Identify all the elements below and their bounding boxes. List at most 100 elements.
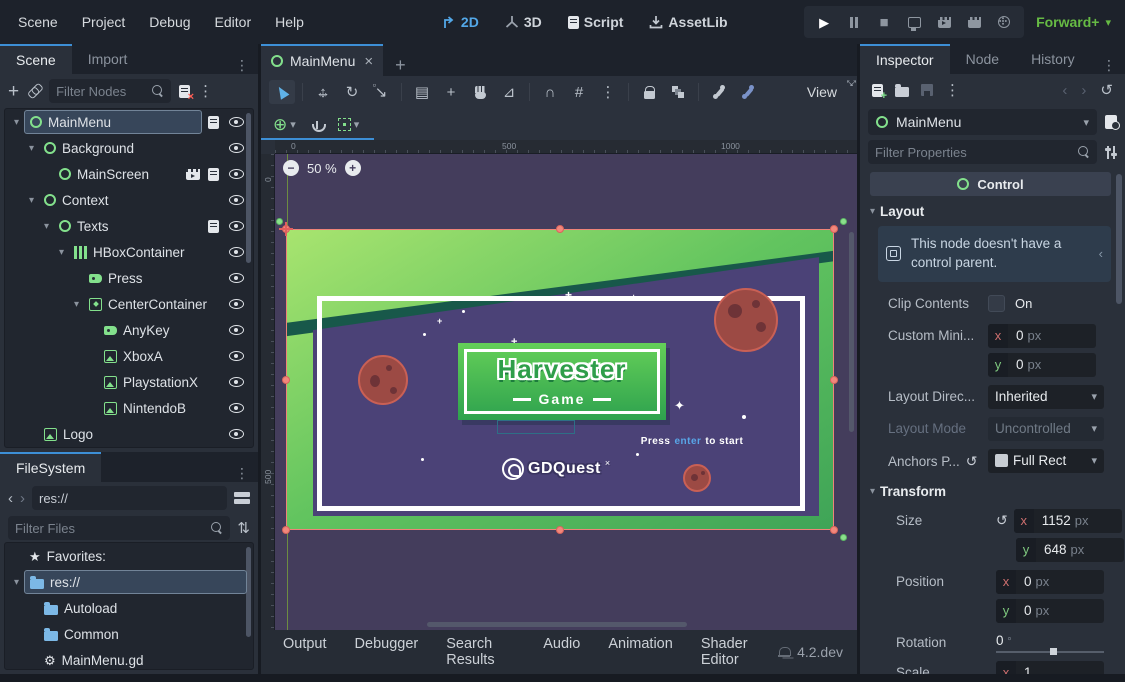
chevron-left-icon[interactable]: ‹: [1099, 246, 1103, 261]
selected-control-rect[interactable]: + + + + ✦: [286, 229, 834, 530]
new-scene-tab-button[interactable]: +: [383, 55, 418, 76]
fs-row-mainmenu-gd[interactable]: ⚙MainMenu.gd: [5, 647, 253, 670]
zoom-in-button[interactable]: +: [345, 160, 361, 176]
renderer-select[interactable]: Forward+ ▾: [1024, 14, 1125, 30]
path-input[interactable]: [39, 491, 220, 506]
file-box[interactable]: ⚙MainMenu.gd: [39, 648, 247, 670]
nav-forward-button[interactable]: ›: [20, 491, 25, 506]
history-back-button[interactable]: ‹: [1062, 83, 1067, 98]
bottom-tab-debugger[interactable]: Debugger: [343, 630, 431, 674]
tab-scene[interactable]: Scene: [0, 44, 72, 74]
selection-handle[interactable]: [830, 526, 838, 534]
add-node-button[interactable]: +: [8, 82, 19, 101]
node-box[interactable]: Logo: [39, 422, 219, 446]
zoom-out-button[interactable]: −: [283, 160, 299, 176]
tab-import[interactable]: Import: [72, 44, 144, 74]
bone-button[interactable]: [706, 80, 732, 104]
snap-toggle-button[interactable]: ∩: [537, 80, 563, 104]
scene-dock-menu-button[interactable]: ⋮: [227, 57, 258, 74]
selection-handle[interactable]: [556, 526, 564, 534]
anchor-preset-button[interactable]: ⊕ ▾: [269, 112, 300, 136]
play-scene-button[interactable]: [930, 9, 958, 35]
play-custom-scene-button[interactable]: [960, 9, 988, 35]
toggle-visibility-button[interactable]: [225, 195, 247, 205]
selection-handle[interactable]: [556, 225, 564, 233]
tree-row-press[interactable]: Press: [5, 265, 253, 291]
expander-icon[interactable]: ▾: [24, 143, 39, 154]
toggle-visibility-button[interactable]: [225, 351, 247, 361]
fs-row-common[interactable]: Common: [5, 621, 253, 647]
selected-file-box[interactable]: res://: [24, 570, 247, 594]
split-view-toggle[interactable]: [234, 492, 250, 504]
2d-viewport[interactable]: 0 500 1000 0 500 + + + + ✦: [261, 140, 857, 630]
tab-node[interactable]: Node: [950, 44, 1015, 74]
tab-history[interactable]: History: [1015, 44, 1091, 74]
axis-field-x[interactable]: x0px: [988, 324, 1096, 348]
node-box[interactable]: NintendoB: [99, 396, 219, 420]
expander-icon[interactable]: ▾: [24, 195, 39, 206]
revert-icon[interactable]: ↺: [966, 453, 978, 470]
tree-row-xboxa[interactable]: XboxA: [5, 343, 253, 369]
tab-filesystem[interactable]: FileSystem: [0, 452, 101, 482]
zoom-level[interactable]: 50 %: [307, 161, 337, 176]
fs-row-autoload[interactable]: Autoload: [5, 595, 253, 621]
tree-row-texts[interactable]: ▾Texts: [5, 213, 253, 239]
fs-row-favorites-[interactable]: ★Favorites:: [5, 543, 253, 569]
canvas-viewport[interactable]: + + + + ✦: [275, 154, 857, 630]
instance-scene-button[interactable]: [24, 81, 44, 101]
menu-debug[interactable]: Debug: [139, 10, 200, 34]
scene-tree-menu-button[interactable]: ⋮: [198, 84, 213, 99]
anchor-handle[interactable]: [840, 218, 847, 225]
tree-row-mainmenu[interactable]: ▾MainMenu: [5, 109, 253, 135]
anchor-handle[interactable]: [840, 534, 847, 541]
file-box[interactable]: Autoload: [39, 596, 247, 620]
expander-icon[interactable]: ▾: [54, 247, 69, 258]
tree-row-anykey[interactable]: AnyKey: [5, 317, 253, 343]
ruler-tool-button[interactable]: ⊿: [496, 80, 522, 104]
axis-field-y[interactable]: y0px: [996, 599, 1104, 623]
tree-row-mainscreen[interactable]: MainScreen: [5, 161, 253, 187]
movie-maker-button[interactable]: [990, 9, 1018, 35]
toggle-visibility-button[interactable]: [225, 143, 247, 153]
selection-handle[interactable]: [830, 376, 838, 384]
select-tool-button[interactable]: [269, 80, 295, 104]
file-box[interactable]: ★Favorites:: [24, 544, 247, 568]
bottom-tab-output[interactable]: Output: [271, 630, 339, 674]
toggle-visibility-button[interactable]: [225, 117, 247, 127]
axis-field-y[interactable]: y648px: [1016, 538, 1124, 562]
selection-handle[interactable]: [830, 225, 838, 233]
rotation-slider[interactable]: 0 °: [996, 631, 1104, 653]
section-header-transform[interactable]: ▾Transform: [870, 479, 1111, 505]
checkbox[interactable]: [988, 295, 1005, 312]
node-box[interactable]: Texts: [54, 214, 202, 238]
fs-row-res-[interactable]: ▾res://: [5, 569, 253, 595]
toggle-visibility-button[interactable]: [225, 403, 247, 413]
selected-node-box[interactable]: MainMenu: [24, 110, 202, 134]
tree-row-logo[interactable]: Logo: [5, 421, 253, 447]
filter-properties-input[interactable]: [875, 145, 1078, 160]
tree-row-playstationx[interactable]: PlaystationX: [5, 369, 253, 395]
node-box[interactable]: Press: [84, 266, 219, 290]
node-box[interactable]: PlaystationX: [99, 370, 219, 394]
pivot-marker[interactable]: [279, 222, 293, 236]
context-tab-assetlib[interactable]: AssetLib: [641, 11, 735, 33]
node-box[interactable]: HBoxContainer: [69, 240, 219, 264]
container-sizing-button[interactable]: ▾: [334, 112, 364, 136]
viewport-vertical-scrollbar[interactable]: [849, 232, 854, 432]
toggle-visibility-button[interactable]: [225, 169, 247, 179]
new-resource-button[interactable]: [872, 84, 883, 97]
play-button[interactable]: ▶: [810, 9, 838, 35]
bottom-tab-search-results[interactable]: Search Results: [434, 630, 527, 674]
tab-scene-mainmenu[interactable]: MainMenu ×: [261, 44, 383, 76]
filter-files-input[interactable]: [15, 521, 211, 536]
script-badge-icon[interactable]: [208, 116, 219, 129]
inspector-scrollbar[interactable]: [1116, 174, 1122, 304]
revert-icon[interactable]: ↺: [996, 512, 1008, 529]
scale-tool-button[interactable]: ↘▫: [368, 80, 394, 104]
tree-row-centercontainer[interactable]: ▾CenterContainer: [5, 291, 253, 317]
node-box[interactable]: Context: [39, 188, 219, 212]
expander-icon[interactable]: ▾: [9, 117, 24, 128]
close-icon[interactable]: ×: [364, 53, 373, 70]
viewport-horizontal-scrollbar[interactable]: [427, 622, 687, 627]
detach-script-button[interactable]: [179, 85, 190, 98]
